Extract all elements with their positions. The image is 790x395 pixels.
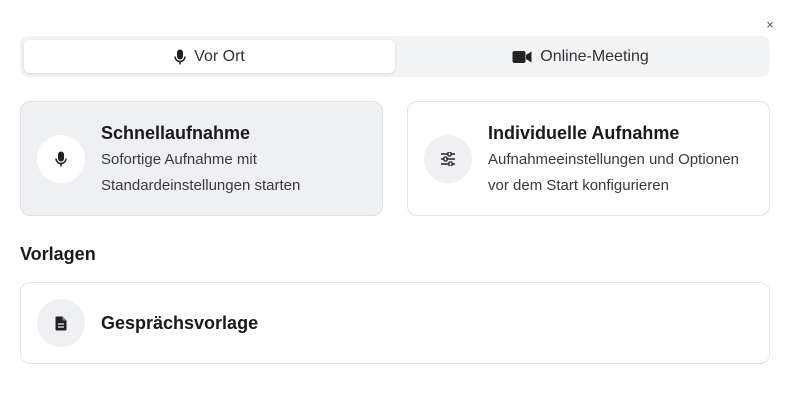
quick-recording-card[interactable]: Schnellaufnahme Sofortige Aufnahme mit S… [20,101,383,216]
card-description-line1: Aufnahmeeinstellungen und Optionen [488,151,740,168]
close-icon: × [766,16,774,32]
template-title: Gesprächsvorlage [101,313,259,333]
sliders-icon [424,135,472,183]
custom-recording-card[interactable]: Individuelle Aufnahme Aufnahmeeinstellun… [407,101,770,216]
tab-online-meeting[interactable]: Online-Meeting [395,40,766,73]
tab-vor-ort[interactable]: Vor Ort [24,40,395,73]
tab-label: Online-Meeting [540,47,649,65]
microphone-icon [37,135,85,183]
card-description-line2: Standardeinstellungen starten [101,177,301,194]
card-description-line1: Sofortige Aufnahme mit [101,151,257,168]
document-icon [37,299,85,347]
templates-heading: Vorlagen [20,244,96,264]
tab-label: Vor Ort [194,47,245,65]
recording-mode-tabs: Vor Ort Online-Meeting [20,36,770,77]
video-camera-icon [512,50,532,64]
template-item-gespraechsvorlage[interactable]: Gesprächsvorlage [20,282,770,364]
card-title: Individuelle Aufnahme [488,123,680,143]
close-button[interactable]: × [762,16,778,32]
card-description-line2: vor dem Start konfigurieren [488,177,669,194]
card-title: Schnellaufnahme [101,123,251,143]
microphone-icon [174,49,186,65]
